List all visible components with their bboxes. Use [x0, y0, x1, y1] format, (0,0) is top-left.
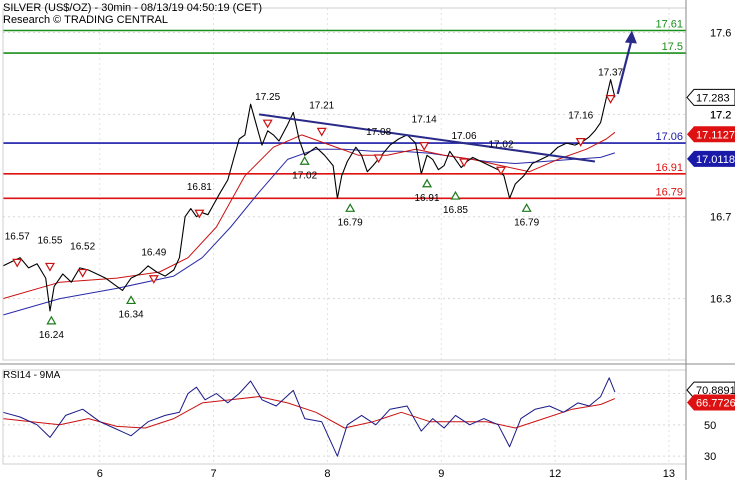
price-tag-blue: 17.0118	[696, 154, 735, 166]
x-tick-label: 13	[663, 468, 675, 480]
price-tick-label: 16.3	[710, 294, 731, 306]
chart-canvas: 17.6117.517.0616.9116.79 16.57 16.5516.52…	[0, 0, 735, 480]
x-tick-label: 6	[97, 468, 103, 480]
price-tag-dark: 17.283	[696, 92, 730, 104]
peak-label: 17.06	[452, 131, 477, 142]
trough-label: 16.34	[119, 309, 144, 320]
peak-label: 17.21	[309, 100, 334, 111]
peak-label: 16.81	[187, 182, 212, 193]
rsi-title: RSI14 - 9MA	[3, 370, 61, 381]
rsi-tick-label: 50	[704, 420, 716, 432]
rsi-tick-label: 30	[704, 451, 716, 463]
level-label: 17.06	[655, 131, 683, 143]
x-tick-label: 7	[211, 468, 217, 480]
peak-label: 17.16	[568, 111, 593, 122]
x-tick-label: 9	[438, 468, 444, 480]
trough-label: 16.85	[443, 205, 468, 216]
x-tick-label: 8	[324, 468, 330, 480]
peak-label: 17.08	[366, 127, 391, 138]
peak-label: 16.49	[141, 248, 166, 259]
rsi-tag-red: 66.7726	[696, 398, 735, 410]
trough-label: 16.24	[39, 330, 64, 341]
peak-label: 16.52	[70, 242, 95, 253]
peak-label: 16.57	[5, 231, 30, 242]
x-tick-label: 12	[549, 468, 561, 480]
peak-label: 16.55	[37, 235, 62, 246]
peak-label: 17.02	[489, 139, 514, 150]
price-tag-red: 17.1127	[696, 129, 735, 141]
trough-label: 16.79	[338, 217, 363, 228]
level-label: 16.79	[655, 186, 683, 198]
trough-label: 16.79	[514, 217, 539, 228]
price-tick-label: 16.7	[710, 212, 731, 224]
peak-label: 17.25	[255, 92, 280, 103]
level-label: 17.61	[655, 19, 683, 31]
price-tick-label-partial: 17.2	[710, 109, 731, 121]
level-label: 16.91	[655, 162, 683, 174]
peak-label: 17.14	[412, 115, 437, 126]
trough-label: 17.02	[292, 170, 317, 181]
peak-label: 17.37	[598, 68, 623, 79]
price-tick-label: 17.6	[710, 28, 731, 40]
chart-subtitle: Research © TRADING CENTRAL	[3, 14, 168, 26]
level-label: 17.5	[662, 41, 683, 53]
trough-label: 16.91	[415, 193, 440, 204]
chart-title: SILVER (US$/OZ) - 30min - 08/13/19 04:50…	[3, 2, 262, 14]
